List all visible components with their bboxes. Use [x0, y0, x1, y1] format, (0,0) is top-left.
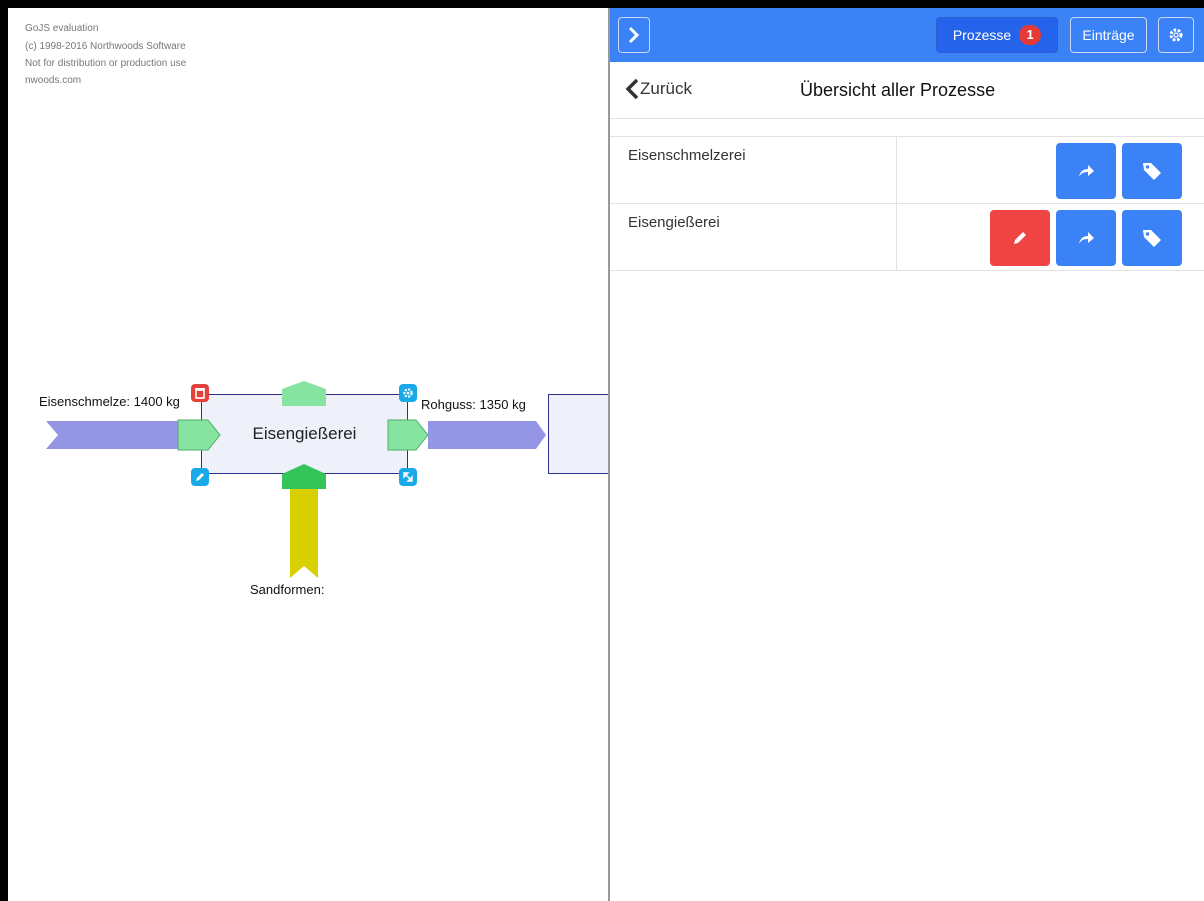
- gear-icon[interactable]: [399, 384, 417, 402]
- collapse-panel-button[interactable]: [618, 17, 650, 53]
- process-list: Eisenschmelzerei Eisengießerei: [610, 136, 1204, 271]
- resize-icon[interactable]: [399, 468, 417, 486]
- tag-process-button[interactable]: [1122, 143, 1182, 199]
- chevron-right-icon: [628, 26, 640, 44]
- bottom-port: [282, 464, 326, 489]
- panel-header: Zurück Übersicht aller Prozesse: [610, 62, 1204, 119]
- right-port: [387, 419, 429, 451]
- eintraege-label: Einträge: [1082, 27, 1135, 43]
- page-title: Übersicht aller Prozesse: [800, 80, 996, 100]
- column-divider: [896, 204, 897, 270]
- settings-button[interactable]: [1158, 17, 1194, 53]
- process-panel: Prozesse 1 Einträge Zurück Übersicht all…: [608, 8, 1204, 901]
- prozesse-button[interactable]: Prozesse 1: [936, 17, 1058, 53]
- top-port: [282, 381, 326, 406]
- tag-process-button[interactable]: [1122, 210, 1182, 266]
- back-label: Zurück: [640, 79, 692, 98]
- process-row: Eisenschmelzerei: [610, 137, 1204, 204]
- share-icon: [1079, 232, 1094, 244]
- chevron-left-icon: [625, 78, 639, 100]
- tag-icon: [1143, 163, 1161, 180]
- edit-icon[interactable]: [191, 468, 209, 486]
- edit-process-button[interactable]: [990, 210, 1050, 266]
- share-icon: [1079, 165, 1094, 177]
- tag-icon: [1143, 230, 1161, 247]
- open-process-button[interactable]: [1056, 143, 1116, 199]
- app-frame: GoJS evaluation (c) 1998-2016 Northwoods…: [8, 8, 1204, 901]
- process-row: Eisengießerei: [610, 204, 1204, 271]
- left-port: [177, 419, 221, 451]
- diagram-canvas[interactable]: GoJS evaluation (c) 1998-2016 Northwoods…: [8, 8, 608, 901]
- column-divider: [896, 137, 897, 203]
- process-name: Eisengießerei: [628, 214, 720, 231]
- prozesse-label: Prozesse: [952, 27, 1012, 43]
- back-button[interactable]: Zurück: [624, 78, 692, 100]
- next-process-node[interactable]: [548, 394, 608, 474]
- delete-icon[interactable]: [191, 384, 209, 402]
- top-bar: Prozesse 1 Einträge: [610, 8, 1204, 62]
- eintraege-button[interactable]: Einträge: [1070, 17, 1147, 53]
- edit-icon: [1014, 232, 1026, 244]
- gear-icon: [1169, 28, 1183, 42]
- node-ports: [177, 381, 429, 489]
- prozesse-count-badge: 1: [1019, 25, 1042, 45]
- process-name: Eisenschmelzerei: [628, 147, 746, 164]
- open-process-button[interactable]: [1056, 210, 1116, 266]
